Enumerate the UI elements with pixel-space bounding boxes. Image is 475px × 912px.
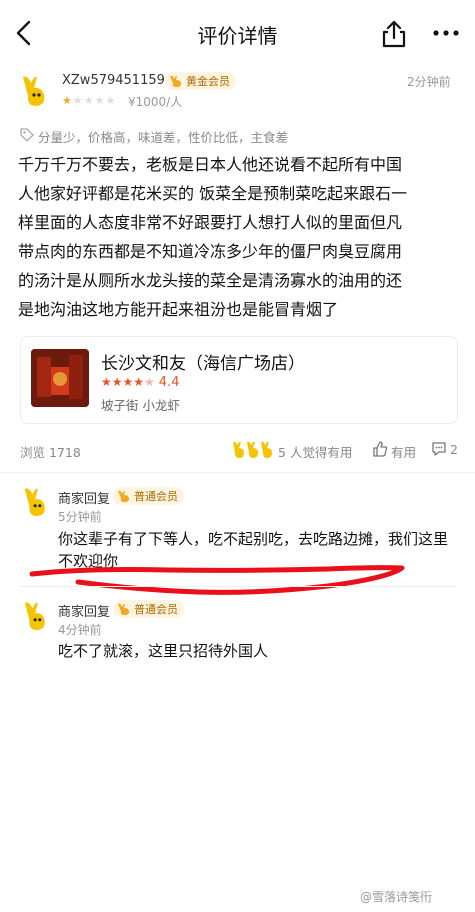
liked-avatars: [233, 441, 272, 458]
nav-bar: 评价详情: [0, 0, 475, 66]
liked-count: 5 人觉得有用: [278, 445, 353, 460]
review-line: 人他家好评都是花米买的 饭菜全是预制菜吃起来跟石一: [18, 184, 408, 203]
shop-score: 4.4: [158, 375, 180, 390]
review-line: 千万千万不要去，老板是日本人他还说看不起所有中国: [18, 155, 403, 174]
reply-time: 4分钟前: [58, 623, 102, 637]
mascot-mini-icon: [118, 490, 129, 502]
shop-thumbnail: [31, 349, 89, 407]
reviewer-name[interactable]: XZw579451159: [62, 73, 165, 88]
review-line: 带点肉的东西都是不知道冷冻多少年的僵尸肉臭豆腐用: [18, 242, 403, 261]
reply-badge: 普通会员: [113, 600, 184, 618]
tag-icon: [20, 128, 34, 142]
share-icon[interactable]: [381, 20, 407, 48]
comment-count: 2: [450, 442, 458, 457]
review-line: 是地沟油这地方能开起来祖汾也是能冒青烟了: [18, 300, 339, 319]
reply-badge: 普通会员: [113, 487, 184, 505]
mascot-mini-icon: [118, 603, 129, 615]
shop-rating: ★★★★★ 4.4: [101, 375, 179, 390]
shop-stars: ★★★★★: [101, 375, 155, 389]
review-tags: 分量少，价格高，味道差，性价比低，主食差: [38, 130, 289, 145]
review-stars: ★★★★★: [62, 94, 117, 107]
review-body: 千万千万不要去，老板是日本人他还说看不起所有中国 人他家好评都是花米买的 饭菜全…: [18, 150, 463, 324]
reply-line: 吃不了就滚，这里只招待外国人: [58, 642, 269, 660]
reply-badge-label: 普通会员: [134, 603, 178, 616]
reply-time: 5分钟前: [58, 510, 102, 524]
red-underline-annotation: [29, 565, 405, 595]
reply-badge-label: 普通会员: [134, 490, 178, 503]
shop-card[interactable]: 长沙文和友（海信广场店） ★★★★★ 4.4 坡子街 小龙虾: [20, 336, 458, 424]
reply-avatar-mascot-icon[interactable]: [22, 600, 52, 632]
review-time: 2分钟前: [407, 75, 451, 89]
review-line: 的汤汁是从厕所水龙头接的菜全是清汤寡水的油用的还: [18, 271, 403, 290]
useful-button[interactable]: 有用: [391, 442, 416, 461]
reply-author: 商家回复: [58, 605, 111, 620]
reply-author: 商家回复: [58, 492, 111, 507]
reply-line: 你这辈子有了下等人，吃不起别吃，去吃路边摊，我们这里: [58, 530, 449, 548]
mascot-mini-icon: [170, 75, 181, 87]
reply-avatar-mascot-icon[interactable]: [22, 486, 52, 518]
shop-name[interactable]: 长沙文和友（海信广场店）: [101, 349, 305, 374]
member-badge: 黄金会员: [165, 72, 236, 90]
review-price: ¥1000/人: [128, 95, 183, 109]
section-divider: [0, 472, 475, 473]
user-avatar-mascot-icon[interactable]: [20, 74, 52, 108]
reply-text: 吃不了就滚，这里只招待外国人: [58, 640, 463, 662]
member-badge-label: 黄金会员: [186, 75, 230, 88]
comment-icon[interactable]: [431, 441, 447, 457]
reply-divider: [20, 586, 455, 587]
review-line: 样里面的人态度非常不好跟要打人想打人似的里面但凡: [18, 213, 403, 232]
thumb-up-icon[interactable]: [372, 441, 388, 457]
more-icon[interactable]: [432, 25, 460, 41]
watermark: @雪落诗笺衎: [360, 890, 433, 904]
shop-tags: 坡子街 小龙虾: [101, 398, 180, 413]
view-count: 浏览 1718: [20, 445, 81, 460]
